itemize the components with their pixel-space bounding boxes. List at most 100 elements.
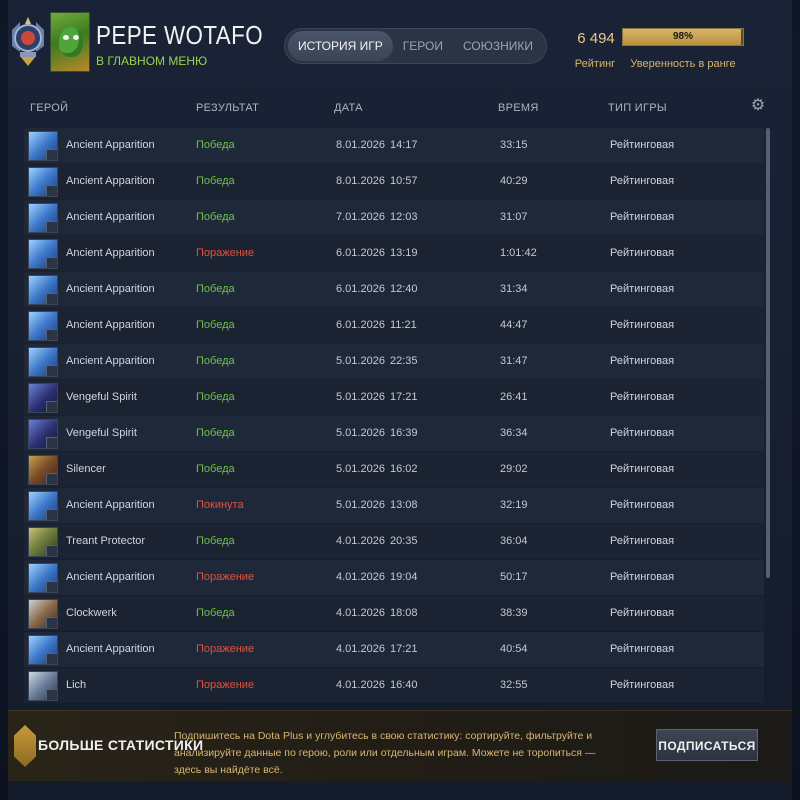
match-time: 12:40 — [390, 283, 418, 295]
tab-heroes[interactable]: ГЕРОИ — [393, 31, 453, 61]
item-slot-icon — [46, 689, 57, 700]
tab-match-history[interactable]: ИСТОРИЯ ИГР — [288, 31, 393, 61]
match-date: 5.01.2026 — [336, 463, 385, 475]
hero-name: Ancient Apparition — [66, 643, 155, 655]
column-header-result[interactable]: РЕЗУЛЬТАТ — [196, 102, 259, 114]
table-row[interactable]: Ancient Apparition Победа 5.01.2026 22:35 31… — [24, 344, 764, 379]
hero-name: Ancient Apparition — [66, 499, 155, 511]
column-header-hero[interactable]: ГЕРОЙ — [30, 102, 68, 114]
item-slot-icon — [46, 581, 57, 592]
column-header-duration[interactable]: ВРЕМЯ — [498, 102, 539, 114]
match-date: 5.01.2026 — [336, 355, 385, 367]
match-date: 5.01.2026 — [336, 499, 385, 511]
ancient-apparition-icon — [28, 635, 58, 665]
hero-name: Ancient Apparition — [66, 211, 155, 223]
treant-protector-icon — [28, 527, 58, 557]
match-time: 17:21 — [390, 391, 418, 403]
match-time: 19:04 — [390, 571, 418, 583]
match-duration: 31:47 — [500, 355, 528, 367]
match-duration: 26:41 — [500, 391, 528, 403]
table-row[interactable]: Ancient Apparition Победа 6.01.2026 11:21 44… — [24, 308, 764, 343]
item-slot-icon — [46, 365, 57, 376]
match-result: Победа — [196, 139, 235, 151]
table-scrollbar[interactable] — [766, 128, 770, 578]
match-date: 6.01.2026 — [336, 319, 385, 331]
match-result: Поражение — [196, 247, 255, 259]
match-date: 6.01.2026 — [336, 247, 385, 259]
table-row[interactable]: Ancient Apparition Поражение 6.01.2026 13:1… — [24, 236, 764, 271]
item-slot-icon — [46, 149, 57, 160]
match-date: 8.01.2026 — [336, 139, 385, 151]
match-duration: 32:55 — [500, 679, 528, 691]
hero-name: Ancient Apparition — [66, 139, 155, 151]
match-time: 18:08 — [390, 607, 418, 619]
match-duration: 32:19 — [500, 499, 528, 511]
table-row[interactable]: Silencer Победа 5.01.2026 16:02 29:02 Рейтинг… — [24, 452, 764, 487]
hero-name: Ancient Apparition — [66, 319, 155, 331]
match-time: 22:35 — [390, 355, 418, 367]
match-duration: 33:15 — [500, 139, 528, 151]
match-mode: Рейтинговая — [610, 607, 675, 619]
rank-confidence-bar: 98% — [622, 28, 744, 46]
match-duration: 40:29 — [500, 175, 528, 187]
table-row[interactable]: Ancient Apparition Поражение 4.01.2026 17:2… — [24, 632, 764, 667]
match-date: 5.01.2026 — [336, 427, 385, 439]
ancient-apparition-icon — [28, 239, 58, 269]
match-date: 5.01.2026 — [336, 391, 385, 403]
table-row[interactable]: Ancient Apparition Победа 8.01.2026 10:57 40… — [24, 164, 764, 199]
match-date: 4.01.2026 — [336, 679, 385, 691]
ancient-apparition-icon — [28, 491, 58, 521]
table-row[interactable]: Ancient Apparition Победа 6.01.2026 12:40 31… — [24, 272, 764, 307]
match-time: 14:17 — [390, 139, 418, 151]
column-header-date[interactable]: ДАТА — [334, 102, 363, 114]
player-status: В ГЛАВНОМ МЕНЮ — [96, 54, 208, 68]
table-row[interactable]: Lich Поражение 4.01.2026 16:40 32:55 Рейтинго… — [24, 668, 764, 703]
match-duration: 1:01:42 — [500, 247, 537, 259]
match-date: 7.01.2026 — [336, 211, 385, 223]
table-row[interactable]: Ancient Apparition Поражение 4.01.2026 19:0… — [24, 560, 764, 595]
table-row[interactable]: Ancient Apparition Победа 8.01.2026 14:17 33… — [24, 128, 764, 163]
player-avatar[interactable] — [50, 12, 90, 72]
hero-name: Silencer — [66, 463, 106, 475]
table-row[interactable]: Vengeful Spirit Победа 5.01.2026 17:21 26:41… — [24, 380, 764, 415]
clockwerk-icon — [28, 599, 58, 629]
subscribe-button[interactable]: ПОДПИСАТЬСЯ — [656, 729, 758, 761]
table-row[interactable]: Treant Protector Победа 4.01.2026 20:35 36:0… — [24, 524, 764, 559]
vengeful-spirit-icon — [28, 419, 58, 449]
match-date: 4.01.2026 — [336, 571, 385, 583]
match-mode: Рейтинговая — [610, 139, 675, 151]
match-mode: Рейтинговая — [610, 463, 675, 475]
item-slot-icon — [46, 653, 57, 664]
match-mode: Рейтинговая — [610, 211, 675, 223]
match-date: 4.01.2026 — [336, 607, 385, 619]
rating-value: 6 494 — [577, 30, 615, 47]
table-row[interactable]: Clockwerk Победа 4.01.2026 18:08 38:39 Рейтин… — [24, 596, 764, 631]
table-row[interactable]: Vengeful Spirit Победа 5.01.2026 16:39 36:34… — [24, 416, 764, 451]
tab-bar: ИСТОРИЯ ИГР ГЕРОИ СОЮЗНИКИ — [284, 28, 547, 64]
item-slot-icon — [46, 257, 57, 268]
match-history-panel: PEPE WOTAFO В ГЛАВНОМ МЕНЮ ИСТОРИЯ ИГР Г… — [8, 0, 792, 800]
ancient-apparition-icon — [28, 131, 58, 161]
match-mode: Рейтинговая — [610, 499, 675, 511]
match-date: 4.01.2026 — [336, 535, 385, 547]
match-result: Поражение — [196, 571, 255, 583]
table-row[interactable]: Ancient Apparition Победа 7.01.2026 12:03 31… — [24, 200, 764, 235]
hero-name: Ancient Apparition — [66, 175, 155, 187]
match-result: Победа — [196, 319, 235, 331]
item-slot-icon — [46, 221, 57, 232]
gear-icon[interactable]: ⚙ — [750, 98, 766, 114]
item-slot-icon — [46, 509, 57, 520]
match-mode: Рейтинговая — [610, 679, 675, 691]
match-time: 10:57 — [390, 175, 418, 187]
rating-label: Рейтинг — [574, 58, 616, 70]
match-mode: Рейтинговая — [610, 283, 675, 295]
match-time: 11:21 — [390, 319, 417, 331]
table-row[interactable]: Ancient Apparition Покинута 5.01.2026 13:08… — [24, 488, 764, 523]
hero-name: Ancient Apparition — [66, 247, 155, 259]
tab-allies[interactable]: СОЮЗНИКИ — [453, 31, 543, 61]
rank-confidence-label: Уверенность в ранге — [630, 58, 736, 70]
match-mode: Рейтинговая — [610, 571, 675, 583]
column-header-mode[interactable]: ТИП ИГРЫ — [608, 102, 667, 114]
ancient-apparition-icon — [28, 275, 58, 305]
match-duration: 31:07 — [500, 211, 528, 223]
